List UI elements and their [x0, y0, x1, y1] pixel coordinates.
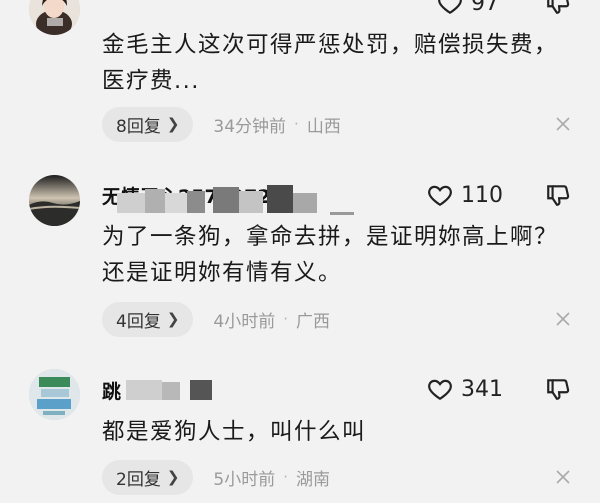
like-count: 110 [461, 182, 503, 208]
redaction-line [330, 212, 354, 215]
separator-dot: · [283, 468, 289, 486]
like-count: 341 [461, 376, 503, 402]
location: 广西 [296, 311, 331, 332]
comment-meta: 4回复 ❯ 4小时前 · 广西 [102, 301, 330, 337]
comment-text: 为了一条狗，拿命去拼，是证明妳高上啊？还是证明妳有情有义。 [102, 224, 559, 286]
location: 山西 [306, 116, 341, 137]
chevron-right-icon: ❯ [166, 310, 180, 328]
username-redaction [117, 183, 317, 215]
close-icon[interactable] [554, 310, 572, 328]
username[interactable]: 跳 [102, 377, 121, 404]
reply-count-label: 8回复 [116, 116, 161, 137]
like-button[interactable]: 97 [437, 0, 499, 16]
close-icon[interactable] [554, 115, 572, 133]
comment-text: 金毛主人这次可得严惩处罚，赔偿损失费，医疗费... [102, 32, 559, 94]
comment-meta: 8回复 ❯ 34分钟前 · 山西 [102, 106, 341, 142]
thumbs-down-icon[interactable] [545, 0, 571, 16]
reply-count-label: 4回复 [116, 311, 161, 332]
like-button[interactable]: 110 [427, 182, 503, 208]
separator-dot: · [294, 115, 299, 133]
location: 湖南 [296, 469, 331, 490]
like-count: 97 [471, 0, 499, 16]
thumbs-down-icon[interactable] [545, 376, 571, 402]
comment-meta: 2回复 ❯ 5小时前 · 湖南 [102, 459, 330, 495]
heart-icon [428, 185, 452, 207]
close-icon[interactable] [554, 468, 572, 486]
avatar[interactable] [29, 369, 80, 420]
chevron-right-icon: ❯ [166, 115, 180, 133]
timestamp: 5小时前 [213, 469, 276, 490]
reply-count-button[interactable]: 8回复 ❯ [102, 106, 194, 142]
reply-count-label: 2回复 [116, 469, 161, 490]
like-button[interactable]: 341 [427, 376, 503, 402]
comment-text: 都是爱狗人士，叫什么叫 [102, 419, 367, 445]
avatar[interactable] [29, 175, 80, 226]
thumbs-down-icon[interactable] [545, 182, 571, 208]
reply-count-button[interactable]: 2回复 ❯ [102, 459, 194, 495]
reply-count-button[interactable]: 4回复 ❯ [102, 301, 194, 337]
heart-icon [438, 0, 462, 15]
username-blurred [102, 0, 242, 10]
username-redaction [126, 376, 226, 402]
timestamp: 4小时前 [213, 311, 276, 332]
heart-icon [428, 379, 452, 401]
timestamp: 34分钟前 [213, 116, 287, 137]
avatar[interactable] [29, 0, 80, 35]
separator-dot: · [283, 310, 289, 328]
chevron-right-icon: ❯ [166, 468, 180, 486]
